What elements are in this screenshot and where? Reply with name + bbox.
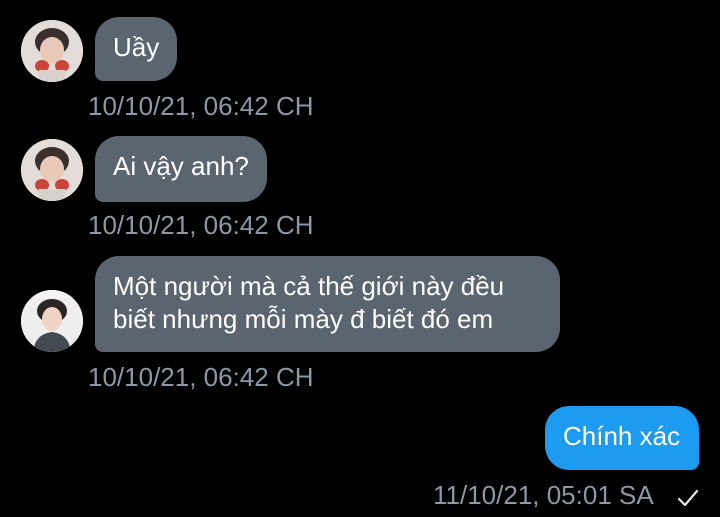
message-timestamp: 11/10/21, 05:01 SA <box>433 480 654 510</box>
message-bubble[interactable]: Chính xác <box>545 406 699 470</box>
message-text: Chính xác <box>563 421 681 451</box>
sent-check-icon <box>677 489 699 507</box>
outgoing-message: Chính xác 11/10/21, 05:01 SA <box>0 0 720 517</box>
message-thread: Uầy 10/10/21, 06:42 CH Ai vậy anh? 10/10… <box>0 0 720 517</box>
